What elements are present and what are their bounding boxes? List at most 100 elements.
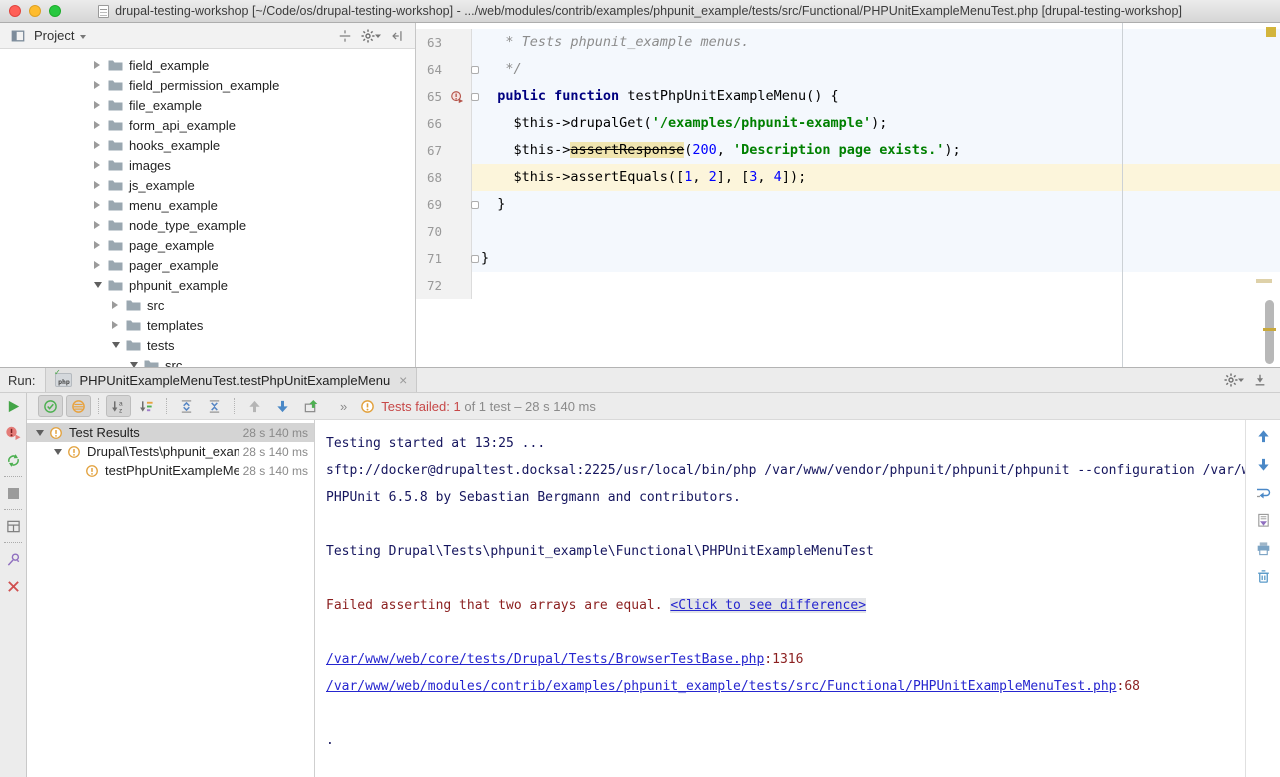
rerun-failed-tests-button[interactable] bbox=[5, 425, 21, 441]
zoom-window-button[interactable] bbox=[49, 5, 61, 17]
failed-test-gutter-icon[interactable] bbox=[442, 90, 471, 104]
sort-by-duration-button[interactable] bbox=[134, 395, 159, 417]
tree-expand-icon[interactable] bbox=[94, 201, 108, 209]
up-stack-trace-button[interactable] bbox=[1255, 428, 1272, 445]
warning-icon bbox=[360, 399, 375, 414]
tree-collapse-icon[interactable] bbox=[112, 342, 126, 348]
previous-failed-test-button[interactable] bbox=[242, 395, 267, 417]
clear-console-button[interactable] bbox=[1255, 568, 1272, 585]
pin-tab-button[interactable] bbox=[5, 551, 21, 567]
tree-expand-icon[interactable] bbox=[94, 141, 108, 149]
project-tree-item[interactable]: images bbox=[0, 155, 415, 175]
print-button[interactable] bbox=[1255, 540, 1272, 557]
tree-collapse-icon[interactable] bbox=[94, 282, 108, 288]
show-ignored-button[interactable] bbox=[66, 395, 91, 417]
sort-alphabetically-button[interactable]: az bbox=[106, 395, 131, 417]
code-text[interactable]: $this->assertEquals([1, 2], [3, 4]); bbox=[481, 164, 1280, 191]
project-tree-item[interactable]: src bbox=[0, 355, 415, 367]
rerun-button[interactable] bbox=[5, 398, 21, 414]
project-tree-item[interactable]: file_example bbox=[0, 95, 415, 115]
code-text[interactable]: public function testPhpUnitExampleMenu()… bbox=[481, 83, 1280, 110]
test-console-output: Testing started at 13:25 ...sftp://docke… bbox=[315, 420, 1245, 777]
fold-marker[interactable] bbox=[472, 83, 481, 110]
test-tree-item[interactable]: Test Results28 s 140 ms bbox=[27, 423, 314, 442]
tree-collapse-icon[interactable] bbox=[36, 430, 49, 436]
toolbar-overflow-chevrons[interactable]: » bbox=[340, 399, 347, 414]
code-text[interactable]: $this->drupalGet('/examples/phpunit-exam… bbox=[481, 110, 1280, 137]
project-tree-item[interactable]: js_example bbox=[0, 175, 415, 195]
scroll-to-end-button[interactable] bbox=[1255, 512, 1272, 529]
gear-icon[interactable] bbox=[1224, 370, 1244, 390]
project-tree-item[interactable]: templates bbox=[0, 315, 415, 335]
tree-expand-icon[interactable] bbox=[94, 121, 108, 129]
stop-button[interactable] bbox=[5, 485, 21, 501]
close-panel-button[interactable] bbox=[5, 578, 21, 594]
restore-layout-button[interactable] bbox=[5, 518, 21, 534]
console-link[interactable]: /var/www/web/core/tests/Drupal/Tests/Bro… bbox=[326, 652, 764, 667]
project-tree-item[interactable]: form_api_example bbox=[0, 115, 415, 135]
project-tree-item[interactable]: hooks_example bbox=[0, 135, 415, 155]
toggle-auto-test-button[interactable] bbox=[5, 452, 21, 468]
project-tree-item[interactable]: src bbox=[0, 295, 415, 315]
show-passed-button[interactable] bbox=[38, 395, 63, 417]
hide-panel-icon[interactable] bbox=[387, 26, 407, 46]
tree-expand-icon[interactable] bbox=[94, 161, 108, 169]
error-stripe-warning-mark[interactable] bbox=[1266, 27, 1276, 37]
run-configuration-tab[interactable]: php✓ PHPUnitExampleMenuTest.testPhpUnitE… bbox=[45, 368, 417, 392]
test-tree-item[interactable]: testPhpUnitExampleMenu28 s 140 ms bbox=[27, 461, 314, 480]
code-text[interactable]: } bbox=[481, 245, 1280, 272]
php-test-icon: php✓ bbox=[55, 373, 72, 387]
code-text[interactable] bbox=[481, 218, 1280, 245]
project-tree-item[interactable]: node_type_example bbox=[0, 215, 415, 235]
tree-expand-icon[interactable] bbox=[94, 61, 108, 69]
fold-marker[interactable] bbox=[472, 191, 481, 218]
soft-wrap-button[interactable] bbox=[1255, 484, 1272, 501]
console-link[interactable]: /var/www/web/modules/contrib/examples/ph… bbox=[326, 679, 1117, 694]
project-tree-item[interactable]: field_permission_example bbox=[0, 75, 415, 95]
project-tree-item[interactable]: tests bbox=[0, 335, 415, 355]
project-tree-item[interactable]: pager_example bbox=[0, 255, 415, 275]
error-stripe-highlight-mark[interactable] bbox=[1256, 279, 1272, 283]
tree-expand-icon[interactable] bbox=[112, 321, 126, 329]
tree-expand-icon[interactable] bbox=[94, 101, 108, 109]
tree-expand-icon[interactable] bbox=[94, 81, 108, 89]
code-text[interactable]: $this->assertResponse(200, 'Description … bbox=[481, 137, 1280, 164]
test-tree-item[interactable]: Drupal\Tests\phpunit_example\Functional\… bbox=[27, 442, 314, 461]
collapse-all-button[interactable] bbox=[202, 395, 227, 417]
locate-file-icon[interactable] bbox=[335, 26, 355, 46]
code-text[interactable]: * Tests phpunit_example menus. bbox=[481, 29, 1280, 56]
code-text[interactable] bbox=[481, 272, 1280, 299]
next-failed-test-button[interactable] bbox=[270, 395, 295, 417]
project-tree-item[interactable]: field_example bbox=[0, 55, 415, 75]
console-link[interactable]: <Click to see difference> bbox=[670, 598, 866, 613]
tree-expand-icon[interactable] bbox=[94, 181, 108, 189]
code-text[interactable]: } bbox=[481, 191, 1280, 218]
gear-icon[interactable] bbox=[361, 26, 381, 46]
tree-collapse-icon[interactable] bbox=[54, 449, 67, 455]
folder-icon bbox=[108, 119, 123, 131]
tree-expand-icon[interactable] bbox=[94, 241, 108, 249]
down-stack-trace-button[interactable] bbox=[1255, 456, 1272, 473]
project-tree-item[interactable]: page_example bbox=[0, 235, 415, 255]
console-line: Testing started at 13:25 ... bbox=[326, 430, 1245, 457]
svg-text:z: z bbox=[119, 407, 122, 413]
import-export-test-results-button[interactable] bbox=[298, 395, 323, 417]
editor-scrollbar-thumb[interactable] bbox=[1265, 300, 1274, 364]
tree-item-label: tests bbox=[147, 338, 174, 353]
project-tree-item[interactable]: phpunit_example bbox=[0, 275, 415, 295]
hide-tool-window-icon[interactable] bbox=[1250, 370, 1270, 390]
tree-expand-icon[interactable] bbox=[94, 261, 108, 269]
chevron-down-icon[interactable] bbox=[80, 35, 86, 39]
tree-expand-icon[interactable] bbox=[94, 221, 108, 229]
fold-marker[interactable] bbox=[472, 56, 481, 83]
code-text[interactable]: */ bbox=[481, 56, 1280, 83]
folder-icon bbox=[126, 319, 141, 331]
tree-expand-icon[interactable] bbox=[112, 301, 126, 309]
minimize-window-button[interactable] bbox=[29, 5, 41, 17]
fold-marker[interactable] bbox=[472, 245, 481, 272]
project-panel-title[interactable]: Project bbox=[34, 28, 74, 43]
close-tab-icon[interactable]: × bbox=[399, 373, 407, 387]
project-tree-item[interactable]: menu_example bbox=[0, 195, 415, 215]
close-window-button[interactable] bbox=[9, 5, 21, 17]
expand-all-button[interactable] bbox=[174, 395, 199, 417]
